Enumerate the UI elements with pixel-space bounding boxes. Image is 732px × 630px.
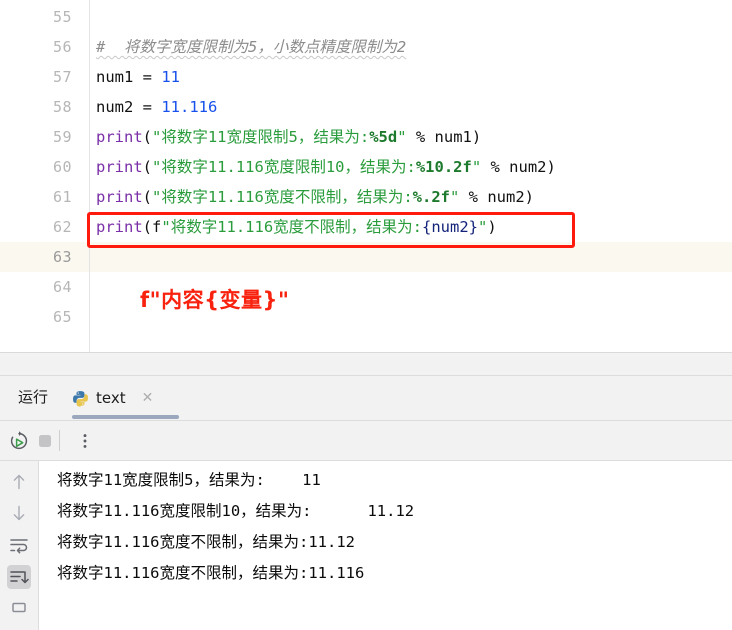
- code-line[interactable]: 65: [0, 302, 732, 332]
- code-token: =: [142, 68, 162, 86]
- line-number: 63: [52, 248, 72, 266]
- line-number: 61: [52, 188, 72, 206]
- code-token: print: [96, 128, 143, 146]
- code-token: print: [96, 218, 143, 236]
- code-token: # 将数字宽度限制为5，小数点精度限制为2: [96, 38, 407, 56]
- line-number: 59: [52, 128, 72, 146]
- code-line[interactable]: 61 print("将数字11.116宽度不限制，结果为:%.2f" % num2…: [0, 182, 732, 212]
- code-line[interactable]: 57 num1 = 11: [0, 62, 732, 92]
- code-text: print("将数字11.116宽度限制10，结果为:%10.2f" % num…: [96, 152, 556, 182]
- console-side-rail: [0, 461, 38, 630]
- code-text: num1 = 11: [96, 62, 180, 92]
- line-number: 62: [52, 218, 72, 236]
- code-token: % num1: [406, 128, 472, 146]
- code-token: "将数字11宽度限制5，结果为:: [152, 128, 370, 146]
- annotation-text: f"内容{变量}": [140, 288, 290, 312]
- code-line[interactable]: 64: [0, 272, 732, 302]
- code-token: ): [471, 128, 482, 146]
- console-output[interactable]: 将数字11宽度限制5，结果为: 11 将数字11.116宽度限制10，结果为: 1…: [39, 461, 732, 630]
- rerun-icon[interactable]: [8, 430, 30, 452]
- run-panel-title: 运行: [18, 388, 49, 406]
- code-token: "将数字11.116宽度不限制，结果为:: [161, 218, 423, 236]
- code-token: ": [397, 128, 407, 146]
- more-options-icon[interactable]: [74, 430, 96, 452]
- console-line: 将数字11宽度限制5，结果为: 11: [57, 471, 321, 489]
- active-tab-indicator: [72, 415, 179, 419]
- code-token: ": [450, 188, 460, 206]
- code-token: ": [478, 218, 488, 236]
- code-token: {num2}: [422, 218, 479, 236]
- run-tab-bar: 运行 text ✕: [0, 375, 732, 421]
- tab-text[interactable]: text ✕: [72, 382, 153, 414]
- code-editor[interactable]: 55 56 # 将数字宽度限制为5，小数点精度限制为2 57 num1 = 11 58 nu…: [0, 0, 732, 353]
- scroll-up-icon[interactable]: [7, 470, 31, 494]
- code-token: num1: [96, 68, 143, 86]
- scroll-down-icon[interactable]: [7, 501, 31, 525]
- print-icon[interactable]: [7, 597, 31, 621]
- code-text: print(f"将数字11.116宽度不限制，结果为:{num2}"): [96, 212, 497, 242]
- code-token: ): [546, 158, 556, 176]
- python-icon: [72, 390, 89, 407]
- stop-icon[interactable]: [34, 430, 56, 452]
- code-token: (: [142, 188, 153, 206]
- code-token: (: [142, 218, 153, 236]
- code-token: print: [96, 188, 143, 206]
- pycharm-window: 55 56 # 将数字宽度限制为5，小数点精度限制为2 57 num1 = 11 58 nu…: [0, 0, 732, 630]
- code-token: "将数字11.116宽度限制10，结果为:: [152, 158, 416, 176]
- close-icon[interactable]: ✕: [142, 391, 154, 405]
- code-token: % num2: [459, 188, 525, 206]
- line-number: 64: [52, 278, 72, 296]
- soft-wrap-icon[interactable]: [7, 533, 31, 557]
- code-line[interactable]: 59 print("将数字11宽度限制5，结果为:%5d" % num1): [0, 122, 732, 152]
- code-line[interactable]: 62 print(f"将数字11.116宽度不限制，结果为:{num2}"): [0, 212, 732, 242]
- line-number: 56: [52, 38, 72, 56]
- console-line: 将数字11.116宽度不限制，结果为:11.116: [57, 564, 365, 582]
- code-token: 11.116: [161, 98, 218, 116]
- code-line[interactable]: 55: [0, 2, 732, 32]
- tabbar-top-divider: [0, 375, 732, 376]
- code-token: ": [471, 158, 482, 176]
- line-number: 55: [52, 8, 72, 26]
- code-text: print("将数字11宽度限制5，结果为:%5d" % num1): [96, 122, 481, 152]
- code-token: "将数字11.116宽度不限制，结果为:: [152, 188, 413, 206]
- code-text: print("将数字11.116宽度不限制，结果为:%.2f" % num2): [96, 182, 534, 212]
- tab-label: text: [96, 389, 126, 407]
- line-number: 65: [52, 308, 72, 326]
- code-token: %.2f: [412, 188, 450, 206]
- code-line[interactable]: 60 print("将数字11.116宽度限制10，结果为:%10.2f" % n…: [0, 152, 732, 182]
- code-token: print: [96, 158, 143, 176]
- code-line[interactable]: 56 # 将数字宽度限制为5，小数点精度限制为2: [0, 32, 732, 62]
- toolbar-divider: [59, 430, 60, 451]
- line-number: 57: [52, 68, 72, 86]
- console-line: 将数字11.116宽度不限制，结果为:11.12: [57, 533, 355, 551]
- code-line[interactable]: 63: [0, 242, 732, 272]
- code-line[interactable]: 58 num2 = 11.116: [0, 92, 732, 122]
- code-token: f: [152, 218, 162, 236]
- code-token: =: [142, 98, 162, 116]
- line-number: 58: [52, 98, 72, 116]
- gutter-separator: [89, 0, 90, 353]
- console-line: 将数字11.116宽度限制10，结果为: 11.12: [57, 502, 415, 520]
- code-token: num2: [96, 98, 143, 116]
- code-text: num2 = 11.116: [96, 92, 217, 122]
- code-token: %5d: [369, 128, 398, 146]
- code-token: (: [142, 158, 153, 176]
- code-text: # 将数字宽度限制为5，小数点精度限制为2: [96, 32, 406, 62]
- code-token: ): [524, 188, 535, 206]
- code-token: ): [487, 218, 497, 236]
- code-token: % num2: [481, 158, 547, 176]
- code-token: 11: [161, 68, 181, 86]
- code-token: (: [142, 128, 153, 146]
- line-number: 60: [52, 158, 72, 176]
- code-token: %10.2f: [415, 158, 472, 176]
- run-tool-window: 运行 text ✕ 将数字11宽度限制5，结果为: 11 将数字11.116宽度…: [0, 353, 732, 630]
- run-toolbar: [0, 421, 732, 461]
- scroll-to-end-icon[interactable]: [7, 565, 31, 589]
